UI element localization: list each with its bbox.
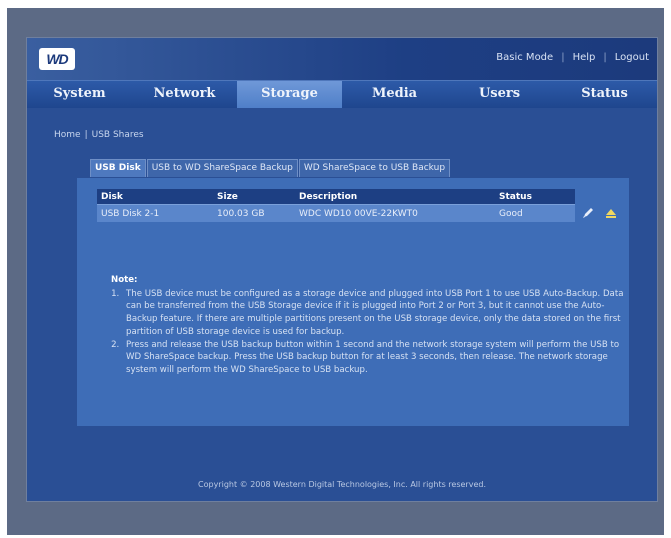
basic-mode-link[interactable]: Basic Mode	[496, 52, 553, 63]
col-size: Size	[213, 189, 295, 205]
table-row[interactable]: USB Disk 2-1 100.03 GB WDC WD10 00VE-22K…	[97, 204, 575, 222]
content-panel: Disk Size Description Status USB Disk 2-…	[77, 178, 629, 426]
cell-description: WDC WD10 00VE-22KWT0	[295, 204, 495, 222]
top-bar: WD Basic Mode | Help | Logout	[27, 38, 657, 80]
subtab-usb-disk[interactable]: USB Disk	[90, 159, 146, 177]
tab-media[interactable]: Media	[342, 81, 447, 108]
usb-disk-table: Disk Size Description Status USB Disk 2-…	[97, 189, 575, 222]
wd-logo: WD	[39, 48, 75, 70]
cell-size: 100.03 GB	[213, 204, 295, 222]
eject-icon[interactable]	[604, 207, 618, 219]
col-status: Status	[495, 189, 575, 205]
note-list: The USB device must be configured as a s…	[109, 288, 631, 377]
col-description: Description	[295, 189, 495, 205]
tab-system[interactable]: System	[27, 81, 132, 108]
table-header-row: Disk Size Description Status	[97, 189, 575, 205]
tab-network[interactable]: Network	[132, 81, 237, 108]
row-actions	[582, 207, 618, 219]
app-window: WD Basic Mode | Help | Logout System Network…	[27, 38, 657, 501]
cell-disk: USB Disk 2-1	[97, 204, 213, 222]
browser-frame: WD Basic Mode | Help | Logout System Network…	[7, 8, 664, 535]
breadcrumb-separator: |	[84, 130, 88, 140]
link-separator: |	[561, 52, 565, 63]
note-item: The USB device must be configured as a s…	[122, 288, 631, 339]
link-separator: |	[603, 52, 607, 63]
breadcrumb-home[interactable]: Home	[54, 130, 81, 140]
note-title: Note:	[111, 275, 138, 285]
tab-status[interactable]: Status	[552, 81, 657, 108]
tab-users[interactable]: Users	[447, 81, 552, 108]
help-link[interactable]: Help	[573, 52, 596, 63]
breadcrumb: Home | USB Shares	[54, 130, 144, 140]
breadcrumb-current: USB Shares	[91, 130, 144, 140]
subtab-usb-to-sharespace[interactable]: USB to WD ShareSpace Backup	[146, 159, 298, 177]
copyright-footer: Copyright © 2008 Western Digital Technol…	[198, 480, 486, 489]
tab-storage[interactable]: Storage	[237, 81, 342, 108]
subtab-bar: USB Disk USB to WD ShareSpace Backup WD …	[90, 159, 451, 177]
col-disk: Disk	[97, 189, 213, 205]
top-links: Basic Mode | Help | Logout	[496, 52, 649, 63]
logout-link[interactable]: Logout	[615, 52, 649, 63]
main-nav: System Network Storage Media Users Statu…	[27, 80, 657, 108]
note-section: Note: The USB device must be configured …	[109, 274, 631, 377]
subtab-sharespace-to-usb[interactable]: WD ShareSpace to USB Backup	[298, 159, 451, 177]
note-item: Press and release the USB backup button …	[122, 339, 631, 377]
cell-status: Good	[495, 204, 575, 222]
pencil-icon[interactable]	[582, 207, 596, 219]
